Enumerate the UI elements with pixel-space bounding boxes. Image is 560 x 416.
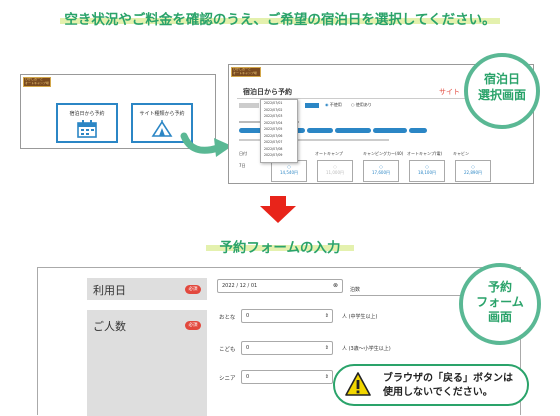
reserve-by-date-label: 宿泊日から予約 xyxy=(69,111,105,117)
required-badge: 必須 xyxy=(185,285,201,294)
date-dropdown[interactable]: 2022/07/01 2022/07/02 2022/07/03 2022/07… xyxy=(260,99,298,163)
adult-label: おとな xyxy=(219,315,236,321)
camp-logo: ひがしおーと オートキャンプ場 xyxy=(231,67,261,77)
child-count-input[interactable]: 0 ⇕ xyxy=(241,341,333,355)
nights-field[interactable]: 泊数 xyxy=(350,284,470,296)
stepper-icon[interactable]: ⇕ xyxy=(325,371,329,383)
reserve-by-site-label: サイト種類から予約 xyxy=(139,111,185,117)
radio-used[interactable]: ○ 使用あり xyxy=(351,102,372,108)
next-button[interactable] xyxy=(305,103,319,108)
senior-label: シニア xyxy=(219,376,236,382)
price-cell[interactable]: ○ 18,100円 xyxy=(409,160,445,182)
date-input[interactable]: 2022 / 12 / 01 ⊗ xyxy=(217,279,343,293)
column-header: キャンピングカー(40) xyxy=(363,151,404,156)
column-header: オートキャンプ xyxy=(315,151,343,156)
screen2-title-right: サイト xyxy=(439,88,460,96)
column-header: オートキャンプ(電) xyxy=(407,151,443,156)
down-arrow-icon xyxy=(260,196,296,223)
people-label-box: ご人数 必須 xyxy=(87,310,207,416)
radio-unused[interactable]: ◉ 不使用 xyxy=(325,102,342,108)
filter-pill[interactable] xyxy=(307,128,333,133)
warning-text: ブラウザの「戻る」ボタンは 使用しないでください。 xyxy=(383,373,513,398)
adult-count-input[interactable]: 0 ⇕ xyxy=(241,309,333,323)
stepper-icon[interactable]: ⇕ xyxy=(325,342,329,354)
column-header: キャビン xyxy=(453,151,469,156)
required-badge: 必須 xyxy=(185,321,201,330)
adult-unit: 人 (中学生以上) xyxy=(342,314,378,320)
tent-icon xyxy=(151,120,173,137)
date-label-box: 利用日 必須 xyxy=(87,278,207,300)
reservation-form-badge: 予約 フォーム 画面 xyxy=(459,263,541,345)
row-date: 7日 xyxy=(239,163,246,168)
column-header: 日付 xyxy=(239,151,247,156)
date-label: 利用日 xyxy=(93,284,126,297)
price-cell[interactable]: ○ 14,540円 xyxy=(271,160,307,182)
form-section-title: 予約フォームの入力 xyxy=(219,240,341,256)
senior-count-input[interactable]: 0 ⇕ xyxy=(241,370,333,384)
date-selection-badge: 宿泊日 選択画面 xyxy=(464,53,540,129)
dropdown-item[interactable]: 2022/07/09 xyxy=(264,152,297,159)
stepper-icon[interactable]: ⇕ xyxy=(325,310,329,322)
prev-button[interactable] xyxy=(239,103,259,108)
price-cell[interactable]: ○ 11,000円 xyxy=(317,160,353,182)
camp-logo: ひがしおーと オートキャンプ場 xyxy=(23,77,51,87)
child-label: こども xyxy=(219,347,236,353)
filter-pill[interactable] xyxy=(335,128,371,133)
calendar-icon xyxy=(77,120,97,138)
filter-pill[interactable] xyxy=(409,128,427,133)
child-unit: 人 (3歳〜小学生以上) xyxy=(342,346,391,352)
warning-icon xyxy=(345,372,371,396)
clear-icon[interactable]: ⊗ xyxy=(333,280,338,292)
price-cell[interactable]: ○ 22,890円 xyxy=(455,160,491,182)
screen2-title: 宿泊日から予約 xyxy=(243,88,292,96)
back-button-warning: ブラウザの「戻る」ボタンは 使用しないでください。 xyxy=(333,364,529,406)
reserve-by-date-button[interactable]: 宿泊日から予約 xyxy=(56,103,118,143)
people-label: ご人数 xyxy=(93,320,126,333)
page-title: 空き状況やご料金を確認のうえ、ご希望の宿泊日を選択してください。 xyxy=(64,12,496,28)
filter-pill[interactable] xyxy=(373,128,407,133)
price-cell[interactable]: ○ 17,600円 xyxy=(363,160,399,182)
